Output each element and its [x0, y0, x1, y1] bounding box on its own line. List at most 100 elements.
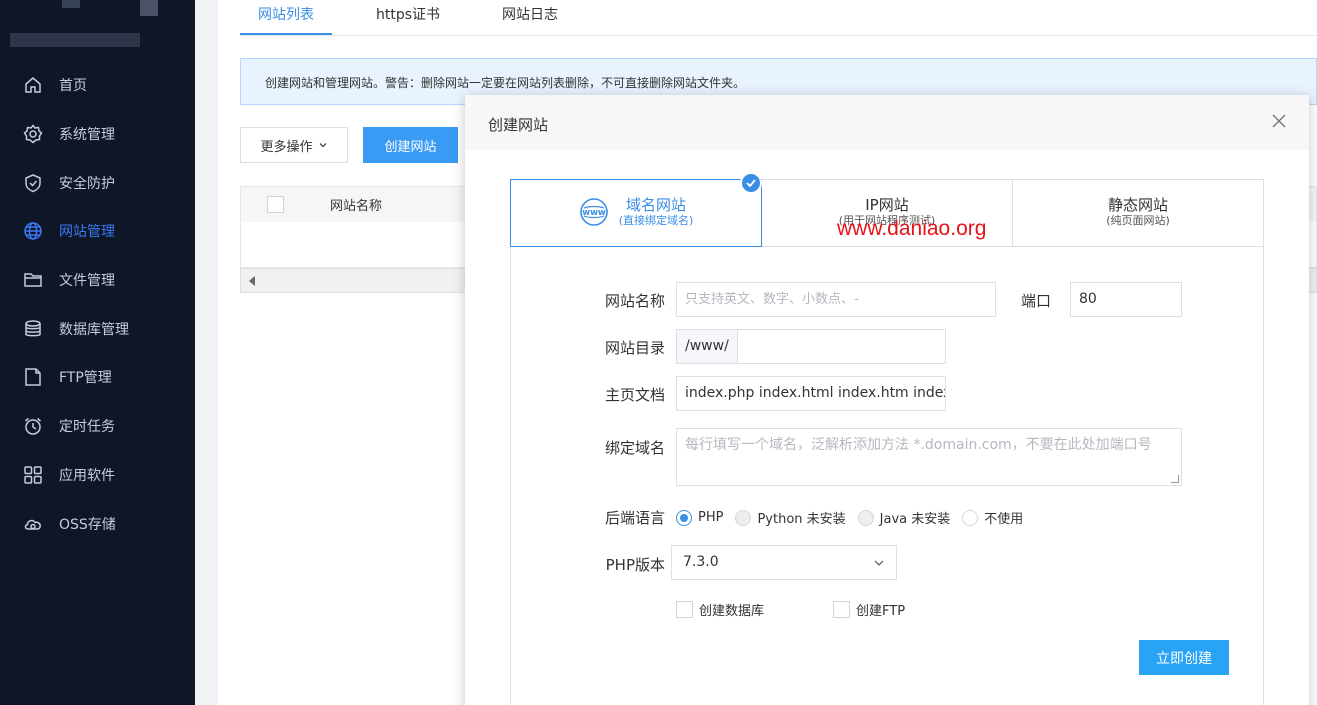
- radio-label: Python 未安装: [757, 512, 846, 527]
- radio-python[interactable]: Python 未安装: [735, 508, 846, 527]
- site-type-domain-text: 域名网站 (直接绑定域名): [619, 196, 694, 228]
- sidebar-item-apps[interactable]: 应用软件: [0, 451, 195, 500]
- site-dir-label: 网站目录: [604, 339, 665, 357]
- create-db-option[interactable]: 创建数据库: [676, 600, 764, 619]
- site-type-name: 静态网站: [1107, 196, 1168, 214]
- apps-grid-icon: [23, 465, 43, 485]
- sidebar-item-label: FTP管理: [59, 370, 112, 387]
- sidebar-item-security[interactable]: 安全防护: [0, 158, 195, 207]
- php-version-label: PHP版本: [605, 556, 665, 574]
- radio-button-icon: [962, 509, 979, 526]
- radio-label: PHP: [698, 510, 724, 525]
- bind-domain-label: 绑定域名: [604, 439, 665, 457]
- site-type-domain[interactable]: www 域名网站 (直接绑定域名): [510, 172, 762, 247]
- site-type-domain-content: www 域名网站 (直接绑定域名): [579, 196, 694, 228]
- create-site-button[interactable]: 创建网站: [363, 127, 458, 163]
- home-icon: [23, 75, 43, 95]
- sidebar-item-label: 安全防护: [59, 175, 115, 192]
- sidebar-item-system[interactable]: 系统管理: [0, 110, 195, 159]
- checkbox-icon: [833, 601, 850, 618]
- site-dir-input[interactable]: [737, 329, 946, 364]
- radio-button-icon: [676, 509, 692, 526]
- backend-lang-label: 后端语言: [604, 509, 665, 527]
- checkmark-icon: [740, 172, 762, 194]
- www-icon: www: [579, 198, 608, 226]
- sidebar-item-label: 数据库管理: [59, 321, 129, 338]
- sidebar-item-cron[interactable]: 定时任务: [0, 402, 195, 451]
- site-type-sub: (纯页面网站): [1106, 214, 1170, 227]
- bind-domain-placeholder: 每行填写一个域名，泛解析添加方法 *.domain.com，不要在此处加端口号: [685, 437, 1152, 453]
- site-dir-prefix: /www/: [676, 329, 737, 364]
- create-now-button[interactable]: 立即创建: [1139, 640, 1229, 675]
- sidebar-item-files[interactable]: 文件管理: [0, 256, 195, 305]
- radio-php[interactable]: PHP: [676, 509, 724, 526]
- radio-java[interactable]: Java 未安装: [857, 508, 951, 527]
- sidebar-item-label: 首页: [59, 78, 87, 95]
- sidebar-item-label: 网站管理: [59, 224, 115, 241]
- dialog-title: 创建网站: [488, 116, 549, 134]
- sidebar-item-website[interactable]: 网站管理: [0, 207, 195, 256]
- create-ftp-label: 创建FTP: [856, 604, 906, 619]
- php-version-value: 7.3.0: [683, 554, 719, 570]
- index-doc-label: 主页文档: [604, 386, 665, 404]
- chevron-down-icon: [874, 560, 884, 566]
- sidebar-item-label: 应用软件: [59, 467, 115, 484]
- site-type-name: 域名网站: [625, 196, 686, 214]
- tab-https-cert[interactable]: https证书: [358, 0, 458, 35]
- shield-icon: [23, 173, 43, 193]
- column-header-site-name: 网站名称: [330, 199, 383, 214]
- create-db-label: 创建数据库: [699, 604, 765, 619]
- sidebar: 首页 系统管理 安全防护 网站管理 文件管理 数据库管理 FTP管理 定时任务 …: [0, 0, 195, 705]
- sidebar-item-label: 定时任务: [59, 419, 115, 436]
- more-actions-label: 更多操作: [260, 139, 313, 155]
- radio-button-icon: [735, 509, 752, 526]
- sidebar-item-label: 文件管理: [59, 273, 115, 290]
- sidebar-item-label: 系统管理: [59, 127, 115, 144]
- sidebar-nav: 首页 系统管理 安全防护 网站管理 文件管理 数据库管理 FTP管理 定时任务 …: [0, 61, 195, 548]
- tab-bar: 网站列表 https证书 网站日志: [240, 0, 1317, 36]
- sidebar-item-oss[interactable]: OSS存储: [0, 499, 195, 548]
- blurred-username: [10, 33, 140, 47]
- port-input[interactable]: 80: [1070, 282, 1182, 317]
- cloud-storage-icon: [23, 514, 43, 534]
- site-name-input[interactable]: 只支持英文、数字、小数点、-: [676, 282, 996, 317]
- radio-label: Java 未安装: [879, 512, 951, 527]
- site-type-static[interactable]: 静态网站 (纯页面网站): [1013, 179, 1264, 247]
- more-actions-button[interactable]: 更多操作: [240, 127, 348, 163]
- tab-site-list[interactable]: 网站列表: [240, 0, 332, 35]
- sidebar-item-database[interactable]: 数据库管理: [0, 304, 195, 353]
- watermark-text: www.daniao.org: [837, 217, 987, 240]
- sidebar-item-ftp[interactable]: FTP管理: [0, 353, 195, 402]
- gear-icon: [23, 124, 43, 144]
- close-icon[interactable]: [1269, 111, 1289, 131]
- dialog-header: 创建网站: [465, 95, 1309, 150]
- index-doc-input[interactable]: index.php index.html index.htm index: [676, 376, 946, 411]
- tab-site-logs[interactable]: 网站日志: [484, 0, 576, 35]
- folder-icon: [23, 270, 43, 290]
- ftp-icon: [23, 367, 43, 387]
- backend-lang-radio-group: PHP Python 未安装 Java 未安装 不使用: [676, 508, 1035, 527]
- scroll-left-arrow-icon[interactable]: [249, 276, 255, 286]
- blurred-logo: [140, 0, 158, 16]
- create-site-dialog: 创建网站 www 域名网站 (直接绑定域名) IP网站 (用于网站程序测试) 静…: [465, 95, 1309, 705]
- database-icon: [23, 319, 43, 339]
- bind-domain-textarea[interactable]: 每行填写一个域名，泛解析添加方法 *.domain.com，不要在此处加端口号: [676, 428, 1182, 486]
- site-type-name: IP网站: [865, 196, 909, 214]
- select-all-checkbox[interactable]: [267, 196, 284, 213]
- sidebar-item-home[interactable]: 首页: [0, 61, 195, 110]
- resize-handle-icon[interactable]: [1171, 475, 1179, 483]
- port-label: 端口: [1020, 292, 1051, 310]
- chevron-down-icon: [319, 143, 326, 148]
- php-version-select[interactable]: 7.3.0: [671, 545, 897, 580]
- radio-button-icon: [857, 509, 874, 526]
- site-type-sub: (直接绑定域名): [618, 214, 694, 227]
- radio-none[interactable]: 不使用: [962, 508, 1023, 527]
- site-name-label: 网站名称: [604, 292, 665, 310]
- alarm-clock-icon: [23, 416, 43, 436]
- blurred-logo: [62, 0, 80, 8]
- globe-icon: [23, 221, 43, 241]
- sidebar-item-label: OSS存储: [59, 516, 116, 533]
- svg-text:www: www: [582, 208, 606, 218]
- create-ftp-option[interactable]: 创建FTP: [833, 600, 905, 619]
- checkbox-icon: [676, 601, 693, 618]
